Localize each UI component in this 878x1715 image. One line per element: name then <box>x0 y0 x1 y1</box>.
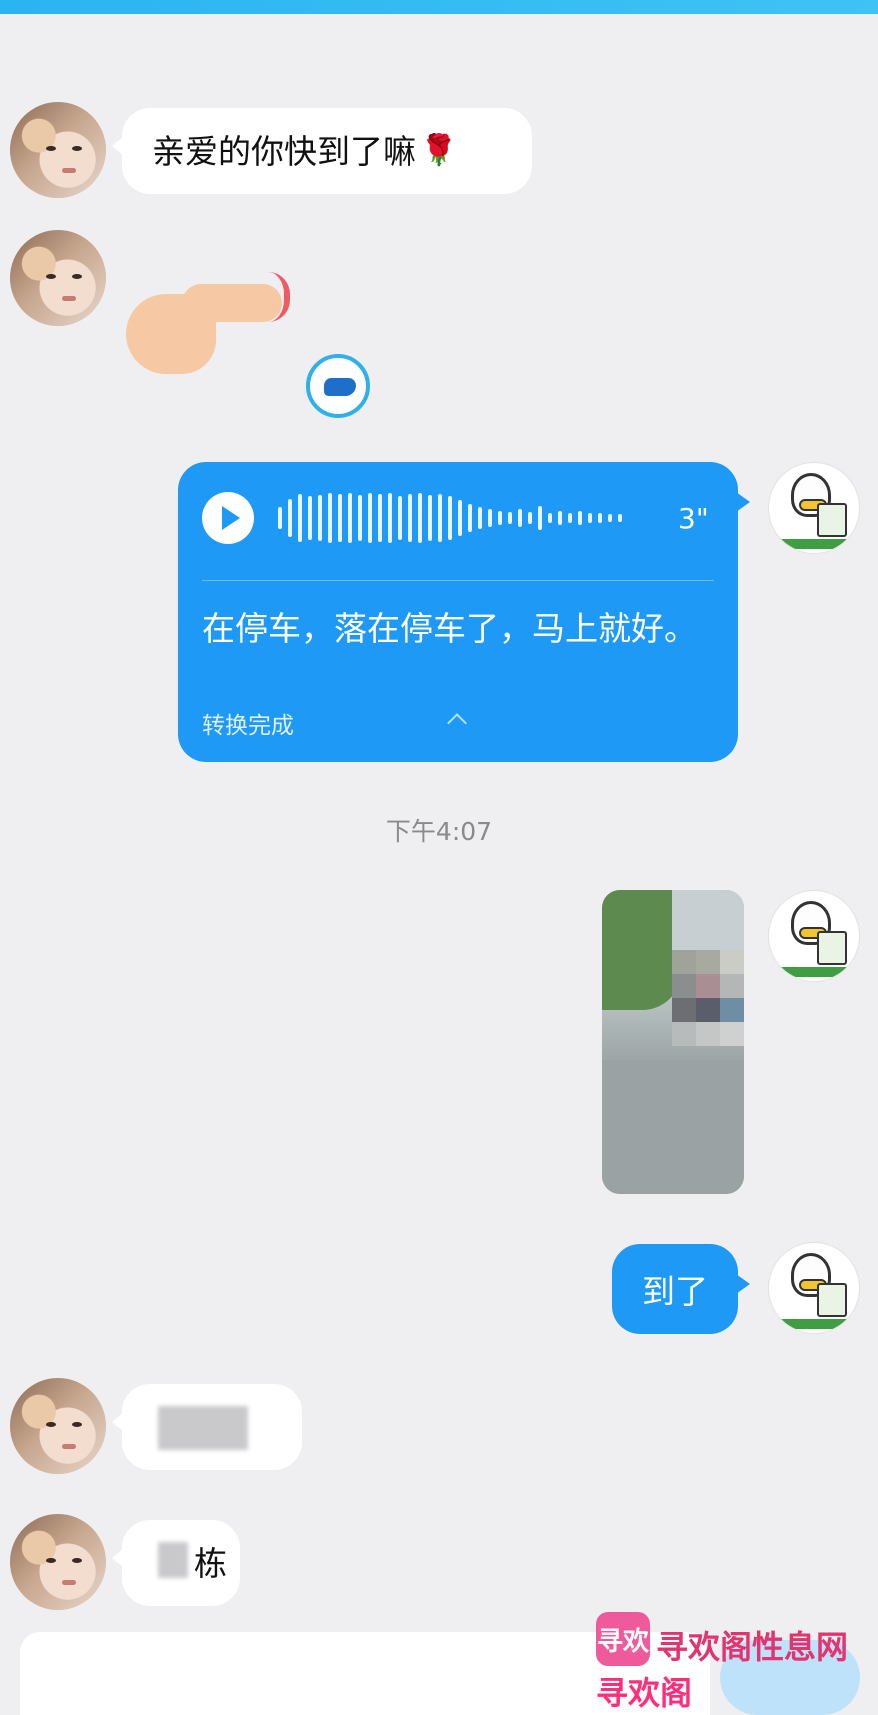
my-avatar[interactable] <box>768 890 860 982</box>
watermark-url: 寻欢阁xhg521.com <box>596 1674 816 1715</box>
blurred-text <box>158 1406 248 1450</box>
voice-divider <box>202 580 714 581</box>
message-bubble-outgoing[interactable]: 到了 <box>612 1244 750 1334</box>
transcript-status: 转换完成 <box>202 713 294 739</box>
message-text: 栋 <box>194 1543 227 1583</box>
my-avatar[interactable] <box>768 462 860 554</box>
voice-message-bubble[interactable]: 3" 在停车，落在停车了，马上就好。 转换完成 <box>178 462 750 762</box>
message-text: 到了 <box>642 1272 708 1311</box>
pointing-hand-sticker[interactable] <box>122 258 290 378</box>
voice-transcript: 在停车，落在停车了，马上就好。 <box>202 609 697 648</box>
chevron-up-icon[interactable] <box>447 713 467 733</box>
my-avatar[interactable] <box>768 1242 860 1334</box>
sticker-reaction-icon[interactable] <box>306 354 370 418</box>
blurred-text <box>158 1542 188 1578</box>
message-bubble-incoming[interactable] <box>112 1384 302 1470</box>
contact-avatar[interactable] <box>10 1514 106 1610</box>
watermark-logo: 寻欢 <box>596 1612 650 1666</box>
contact-avatar[interactable] <box>10 102 106 198</box>
voice-wave-icon <box>278 492 622 544</box>
mosaic-blur <box>672 950 744 1046</box>
message-timestamp: 下午4:07 <box>385 817 493 846</box>
contact-avatar[interactable] <box>10 230 106 326</box>
top-accent-bar <box>0 0 878 14</box>
message-bubble-incoming[interactable]: 栋 <box>112 1520 240 1606</box>
rose-emoji: 🌹 <box>420 133 458 168</box>
message-bubble-incoming[interactable]: 亲爱的你快到了嘛 🌹 <box>112 108 532 194</box>
message-text: 亲爱的你快到了嘛 <box>152 131 416 171</box>
play-icon[interactable] <box>202 492 254 544</box>
photo-message[interactable] <box>602 890 744 1194</box>
voice-duration: 3" <box>678 502 709 535</box>
watermark-text: 寻欢阁性息网 <box>656 1628 849 1666</box>
contact-avatar[interactable] <box>10 1378 106 1474</box>
